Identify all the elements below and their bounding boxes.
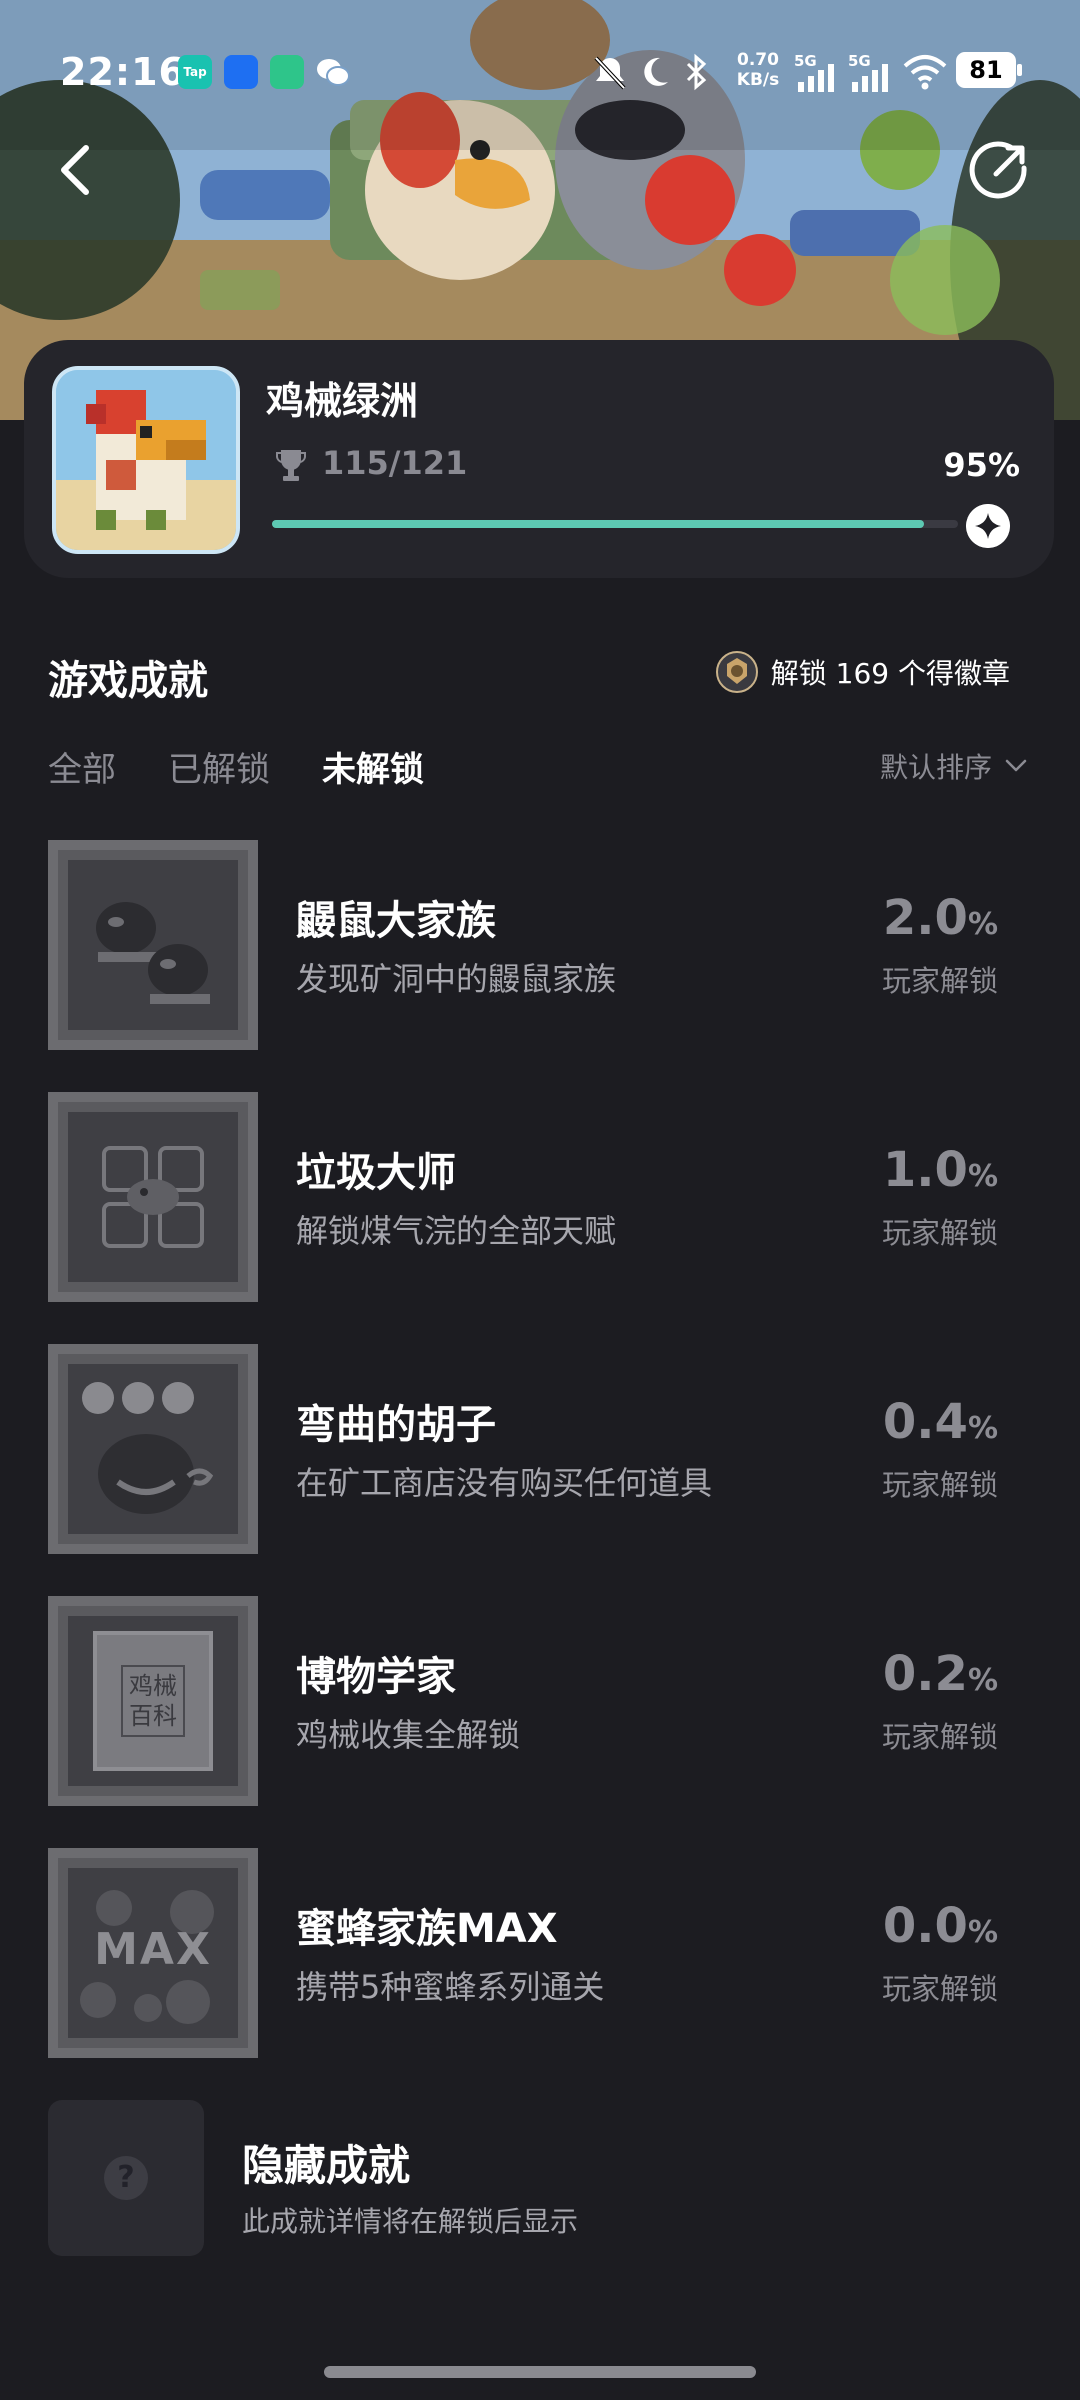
achievement-description: 解锁煤气浣的全部天赋 xyxy=(296,1212,617,1250)
achievement-unlock-rate: 0.4% xyxy=(882,1394,998,1450)
achievement-unlock-label: 玩家解锁 xyxy=(881,1468,998,1502)
achievement-thumbnail xyxy=(48,1344,258,1554)
achievement-item[interactable]: 垃圾大师 解锁煤气浣的全部天赋 1.0% 玩家解锁 xyxy=(48,1092,1038,1302)
achievement-unlock-label: 玩家解锁 xyxy=(881,964,998,998)
share-icon[interactable] xyxy=(968,138,1032,202)
sparkle-knob-icon[interactable] xyxy=(966,504,1010,548)
badge-unlock-info[interactable]: 解锁 169 个得徽章 xyxy=(715,650,1010,694)
achievement-description: 发现矿洞中的鼹鼠家族 xyxy=(296,960,617,998)
achievement-thumbnail: MAX xyxy=(48,1848,258,2058)
sort-label: 默认排序 xyxy=(879,751,992,784)
achievement-thumbnail xyxy=(48,840,258,1050)
signal-sim1: 5G xyxy=(794,52,838,92)
completion-progress-bar xyxy=(272,520,958,528)
achievement-item[interactable]: 鸡械 百科 博物学家 鸡械收集全解锁 0.2% 玩家解锁 xyxy=(48,1596,1038,1806)
achievement-filter-tabs: 全部 已解锁 未解锁 xyxy=(48,742,424,791)
hidden-achievement-thumbnail: ? xyxy=(48,2100,204,2256)
achievement-item[interactable]: 鼹鼠大家族 发现矿洞中的鼹鼠家族 2.0% 玩家解锁 xyxy=(48,840,1038,1050)
chevron-left-icon[interactable] xyxy=(48,140,108,200)
do-not-disturb-moon-icon xyxy=(644,57,668,86)
achievement-unlock-rate: 0.2% xyxy=(882,1646,998,1702)
box-app-icon xyxy=(270,55,304,89)
achievement-thumbnail xyxy=(48,1092,258,1302)
achievement-description: 在矿工商店没有购买任何道具 xyxy=(296,1464,713,1502)
achievement-item[interactable]: 弯曲的胡子 在矿工商店没有购买任何道具 0.4% 玩家解锁 xyxy=(48,1344,1038,1554)
badge-medal-icon xyxy=(715,651,758,693)
achievement-unlock-rate: 0.0% xyxy=(882,1898,998,1954)
achievement-unlock-label: 玩家解锁 xyxy=(881,1216,998,1250)
achievement-name: 博物学家 xyxy=(296,1654,456,1700)
completion-progress-fill xyxy=(272,520,924,528)
achievement-description: 携带5种蜜蜂系列通关 xyxy=(296,1968,605,2006)
achievements-section-title: 游戏成就 xyxy=(48,658,208,704)
wechat-icon xyxy=(316,55,350,89)
hidden-achievement-description: 此成就详情将在解锁后显示 xyxy=(242,2205,579,2238)
trophy-count: 115/121 xyxy=(322,444,468,482)
bluetooth-icon xyxy=(686,53,707,91)
network-speed: 0.70 KB/s xyxy=(736,50,780,90)
trophy-icon xyxy=(276,450,306,481)
achievement-unlock-label: 玩家解锁 xyxy=(881,1720,998,1754)
transfer-app-icon xyxy=(224,55,258,89)
achievement-thumbnail: 鸡械 百科 xyxy=(48,1596,258,1806)
sort-dropdown[interactable]: 默认排序 xyxy=(880,746,1028,786)
tap-app-icon: Tap xyxy=(178,55,212,89)
status-bar: 22:16 Tap 0.70 KB/s 5G 5G 81 xyxy=(0,0,1080,150)
mole-family-icon xyxy=(96,902,210,1004)
badge-unlock-text: 解锁 169 个得徽章 xyxy=(770,657,1010,690)
achievement-description: 鸡械收集全解锁 xyxy=(296,1716,521,1754)
trash-master-icon xyxy=(102,1146,204,1248)
question-mark-icon: ? xyxy=(104,2156,148,2200)
wifi-icon xyxy=(903,55,947,90)
tab-unlocked[interactable]: 已解锁 xyxy=(168,742,270,791)
hidden-achievement-item[interactable]: ? 隐藏成就 此成就详情将在解锁后显示 xyxy=(48,2100,1038,2256)
encyclopedia-book-icon: 鸡械 百科 xyxy=(93,1631,213,1771)
achievement-name: 鼹鼠大家族 xyxy=(296,898,496,944)
completion-percent: 95% xyxy=(943,446,1020,484)
clock: 22:16 xyxy=(60,50,186,94)
chicken-pixel-icon xyxy=(56,370,236,550)
game-title: 鸡械绿洲 xyxy=(266,379,419,423)
achievement-name: 弯曲的胡子 xyxy=(296,1402,496,1448)
achievement-unlock-label: 玩家解锁 xyxy=(881,1972,998,2006)
tab-locked[interactable]: 未解锁 xyxy=(322,742,424,791)
home-indicator[interactable] xyxy=(324,2366,756,2378)
achievement-name: 垃圾大师 xyxy=(296,1150,456,1196)
hidden-achievement-title: 隐藏成就 xyxy=(242,2141,411,2190)
tab-all[interactable]: 全部 xyxy=(48,742,116,791)
game-summary-card: 鸡械绿洲 115/121 95% xyxy=(24,340,1054,578)
max-label: MAX xyxy=(94,1924,212,1975)
game-icon[interactable] xyxy=(52,366,240,554)
curly-mustache-icon xyxy=(82,1382,214,1514)
chevron-down-icon xyxy=(1005,759,1027,772)
achievement-item[interactable]: MAX 蜜蜂家族MAX 携带5种蜜蜂系列通关 0.0% 玩家解锁 xyxy=(48,1848,1038,2058)
signal-sim2: 5G xyxy=(848,52,892,92)
achievement-name: 蜜蜂家族MAX xyxy=(296,1906,558,1952)
achievement-unlock-rate: 1.0% xyxy=(882,1142,998,1198)
mute-icon xyxy=(594,56,626,90)
achievement-unlock-rate: 2.0% xyxy=(882,890,998,946)
battery-indicator: 81 xyxy=(956,52,1022,88)
